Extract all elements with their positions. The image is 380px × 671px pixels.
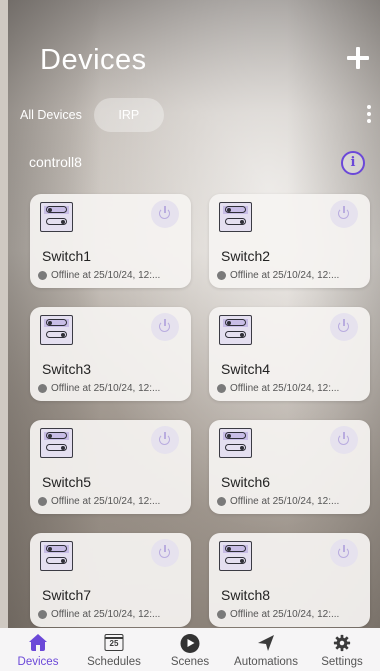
send-arrow-icon [256,634,276,652]
group-name: controll8 [29,154,82,170]
device-card-switch6[interactable]: Switch6 Offline at 25/10/24, 12:... [209,420,370,514]
power-icon[interactable] [151,539,179,567]
switch-device-icon [40,202,73,232]
device-name: Switch3 [42,361,92,377]
nav-label: Scenes [170,656,210,668]
switch-device-icon [40,428,73,458]
device-status: Offline at 25/10/24, 12:... [217,270,339,281]
nav-label: Automations [234,656,298,668]
status-dot [217,497,226,506]
power-icon[interactable] [151,200,179,228]
device-card-switch7[interactable]: Switch7 Offline at 25/10/24, 12:... [30,533,191,627]
device-card-switch2[interactable]: Switch2 Offline at 25/10/24, 12:... [209,194,370,288]
bottom-nav: Devices 25 Schedules Scenes Automations [0,628,380,671]
switch-device-icon [40,541,73,571]
nav-label: Devices [17,656,59,668]
add-icon[interactable] [344,44,372,72]
nav-settings[interactable]: Settings [304,628,380,671]
power-icon[interactable] [330,539,358,567]
status-dot [38,497,47,506]
device-card-switch8[interactable]: Switch8 Offline at 25/10/24, 12:... [209,533,370,627]
tab-irp[interactable]: IRP [93,98,164,132]
device-status: Offline at 25/10/24, 12:... [217,383,339,394]
device-name: Switch8 [221,587,271,603]
power-icon[interactable] [330,200,358,228]
device-card-switch1[interactable]: Switch1 Offline at 25/10/24, 12:... [30,194,191,288]
nav-label: Schedules [87,656,141,668]
device-card-switch4[interactable]: Switch4 Offline at 25/10/24, 12:... [209,307,370,401]
switch-device-icon [219,315,252,345]
device-name: Switch2 [221,248,271,264]
home-icon [28,634,48,652]
status-dot [217,271,226,280]
more-options-icon[interactable] [366,105,372,125]
switch-device-icon [219,541,252,571]
nav-label: Settings [321,656,363,668]
device-status: Offline at 25/10/24, 12:... [38,609,160,620]
switch-device-icon [219,428,252,458]
calendar-icon: 25 [104,634,124,651]
nav-scenes[interactable]: Scenes [152,628,228,671]
device-name: Switch7 [42,587,92,603]
info-icon[interactable]: i [341,151,365,175]
switch-device-icon [40,315,73,345]
device-status: Offline at 25/10/24, 12:... [217,496,339,507]
device-name: Switch5 [42,474,92,490]
status-dot [38,271,47,280]
power-icon[interactable] [151,313,179,341]
device-name: Switch1 [42,248,92,264]
device-status: Offline at 25/10/24, 12:... [38,270,160,281]
nav-devices[interactable]: Devices [0,628,76,671]
power-icon[interactable] [151,426,179,454]
tab-all-devices[interactable]: All Devices [20,98,82,132]
device-status: Offline at 25/10/24, 12:... [217,609,339,620]
status-dot [38,610,47,619]
status-dot [217,384,226,393]
device-name: Switch4 [221,361,271,377]
device-card-switch5[interactable]: Switch5 Offline at 25/10/24, 12:... [30,420,191,514]
device-status: Offline at 25/10/24, 12:... [38,383,160,394]
status-dot [217,610,226,619]
device-tabs: All Devices IRP [20,98,164,132]
status-dot [38,384,47,393]
page-title: Devices [40,44,147,76]
nav-automations[interactable]: Automations [228,628,304,671]
device-status: Offline at 25/10/24, 12:... [38,496,160,507]
device-card-switch3[interactable]: Switch3 Offline at 25/10/24, 12:... [30,307,191,401]
nav-schedules[interactable]: 25 Schedules [76,628,152,671]
gear-icon [332,634,352,652]
device-name: Switch6 [221,474,271,490]
switch-device-icon [219,202,252,232]
play-icon [180,634,200,653]
power-icon[interactable] [330,313,358,341]
power-icon[interactable] [330,426,358,454]
